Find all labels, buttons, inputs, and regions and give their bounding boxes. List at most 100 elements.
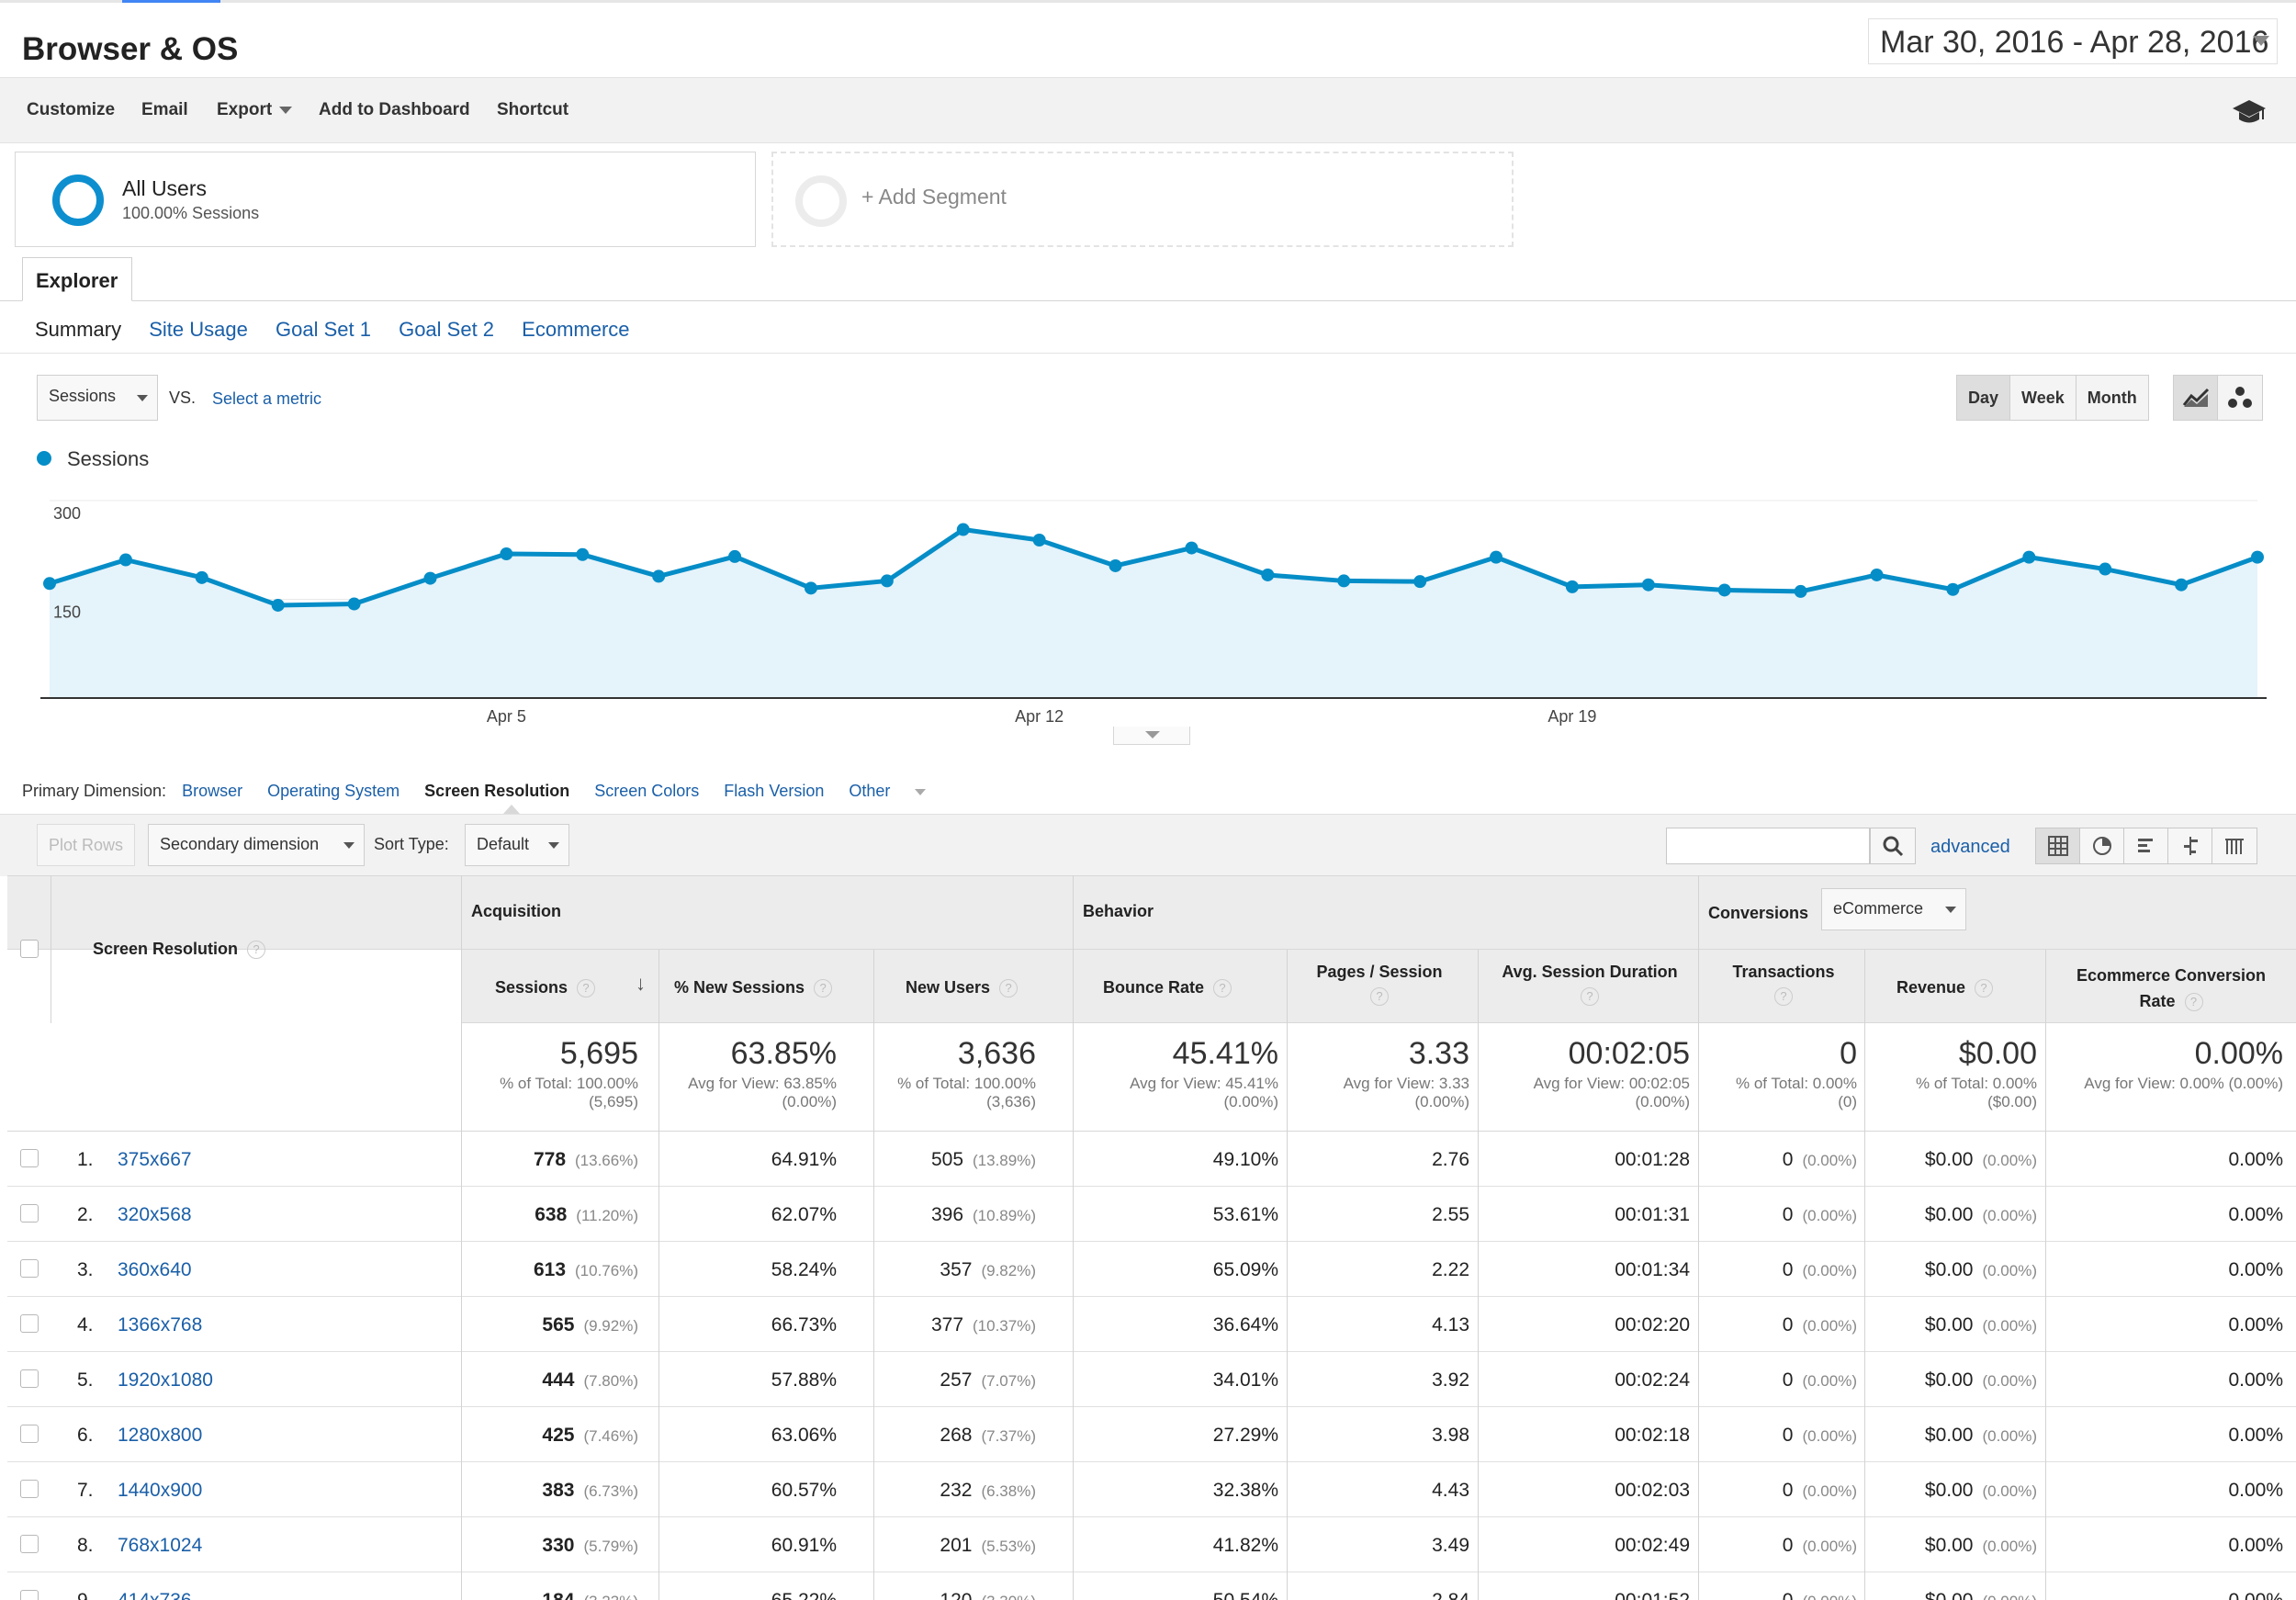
total-pages-session-note: Avg for View: 3.33: [1343, 1075, 1469, 1092]
column-header-bounce-rate[interactable]: Bounce Rate?: [1103, 978, 1232, 998]
secondary-dimension-select[interactable]: Secondary dimension: [148, 824, 365, 866]
help-icon[interactable]: ?: [1975, 979, 1994, 998]
data-table-view-icon[interactable]: [2036, 828, 2080, 863]
screen-resolution-link[interactable]: 320x568: [118, 1204, 192, 1226]
comparison-view-icon[interactable]: [2168, 828, 2212, 863]
screen-resolution-link[interactable]: 414x736: [118, 1590, 192, 1600]
help-icon[interactable]: ?: [1213, 979, 1232, 998]
advanced-filter-link[interactable]: advanced: [1930, 837, 2010, 858]
screen-resolution-link[interactable]: 1440x900: [118, 1480, 202, 1502]
screen-resolution-link[interactable]: 360x640: [118, 1259, 192, 1281]
month-button[interactable]: Month: [2076, 376, 2148, 420]
dimension-browser[interactable]: Browser: [182, 782, 242, 800]
screen-resolution-link[interactable]: 375x667: [118, 1149, 192, 1171]
help-icon[interactable]: ?: [1370, 987, 1389, 1006]
plot-rows-button[interactable]: Plot Rows: [37, 824, 136, 866]
pages-session-cell: 2.22: [1432, 1259, 1469, 1280]
day-button[interactable]: Day: [1957, 376, 2011, 420]
total-bounce-rate: 45.41%: [1172, 1036, 1278, 1071]
search-button[interactable]: [1870, 828, 1916, 864]
avg-duration-cell: 00:02:18: [1615, 1425, 1690, 1446]
row-checkbox[interactable]: [20, 1425, 39, 1443]
dimension-screen-colors[interactable]: Screen Colors: [594, 782, 699, 800]
help-icon[interactable]: ?: [2184, 993, 2203, 1012]
dimension-other[interactable]: Other: [849, 782, 946, 800]
column-header-label: Transactions: [1732, 963, 1835, 981]
column-header-revenue[interactable]: Revenue?: [1896, 978, 1994, 998]
graduation-cap-icon[interactable]: [2232, 98, 2267, 133]
row-checkbox[interactable]: [20, 1535, 39, 1553]
dimension-flash-version[interactable]: Flash Version: [724, 782, 824, 800]
revenue-value: $0.00: [1925, 1590, 1974, 1600]
row-checkbox[interactable]: [20, 1590, 39, 1600]
column-header-ecommerce-conversion-rate[interactable]: Ecommerce Conversion Rate?: [2046, 963, 2296, 1014]
help-icon[interactable]: ?: [1774, 987, 1793, 1006]
column-header-avg-session-duration[interactable]: Avg. Session Duration?: [1480, 963, 1700, 1006]
row-checkbox[interactable]: [20, 1369, 39, 1388]
screen-resolution-link[interactable]: 1366x768: [118, 1314, 202, 1336]
conversions-select[interactable]: eCommerce: [1821, 888, 1966, 930]
subtab-goal-set-2[interactable]: Goal Set 2: [399, 318, 494, 341]
column-header-new-sessions[interactable]: % New Sessions?: [674, 978, 833, 998]
help-icon[interactable]: ?: [999, 979, 1019, 998]
help-icon[interactable]: ?: [814, 979, 833, 998]
screen-resolution-link[interactable]: 1280x800: [118, 1425, 202, 1447]
bar-chart-view-icon[interactable]: [2124, 828, 2168, 863]
week-button[interactable]: Week: [2010, 376, 2077, 420]
segment-ring-icon: [795, 175, 847, 227]
customize-button[interactable]: Customize: [27, 100, 115, 120]
shortcut-button[interactable]: Shortcut: [497, 100, 568, 120]
sort-type-select[interactable]: Default: [465, 824, 569, 866]
pivot-view-icon[interactable]: [2212, 828, 2257, 863]
new-users-percent: (13.89%): [973, 1152, 1036, 1169]
column-header-screen-resolution[interactable]: Screen Resolution?: [93, 940, 266, 960]
export-button[interactable]: Export: [217, 100, 293, 120]
row-checkbox[interactable]: [20, 1259, 39, 1278]
email-button[interactable]: Email: [141, 100, 188, 120]
sort-descending-icon[interactable]: ↓: [636, 972, 646, 996]
revenue-cell: $0.00 (0.00%): [1925, 1149, 2037, 1171]
row-checkbox[interactable]: [20, 1480, 39, 1498]
help-icon[interactable]: ?: [247, 941, 266, 960]
new-sessions-cell: 66.73%: [771, 1314, 837, 1335]
date-range-picker[interactable]: Mar 30, 2016 - Apr 28, 2016: [1868, 18, 2278, 64]
column-header-sessions[interactable]: Sessions?: [495, 978, 596, 998]
tab-explorer[interactable]: Explorer: [22, 257, 132, 301]
new-users-value: 396: [930, 1204, 964, 1225]
pages-session-cell: 2.76: [1432, 1149, 1469, 1170]
column-header-pages-session[interactable]: Pages / Session?: [1288, 963, 1471, 1006]
column-divider: [1073, 875, 1074, 1600]
add-to-dashboard-button[interactable]: Add to Dashboard: [319, 100, 470, 120]
help-icon[interactable]: ?: [577, 979, 596, 998]
data-point: [195, 570, 208, 584]
metric-select[interactable]: Sessions: [37, 375, 158, 421]
subtab-goal-set-1[interactable]: Goal Set 1: [276, 318, 371, 341]
column-header-transactions[interactable]: Transactions?: [1701, 963, 1866, 1006]
chart-collapse-toggle[interactable]: [1113, 727, 1190, 745]
row-checkbox[interactable]: [20, 1204, 39, 1223]
dimension-operating-system[interactable]: Operating System: [267, 782, 400, 800]
bounce-rate-cell: 36.64%: [1212, 1314, 1278, 1335]
pie-chart-view-icon[interactable]: [2080, 828, 2124, 863]
row-checkbox[interactable]: [20, 1314, 39, 1333]
subtab-site-usage[interactable]: Site Usage: [149, 318, 248, 341]
help-icon[interactable]: ?: [1581, 987, 1599, 1006]
column-header-label: % New Sessions: [674, 978, 805, 997]
add-segment-button[interactable]: + Add Segment: [771, 152, 1514, 247]
subtab-ecommerce[interactable]: Ecommerce: [522, 318, 629, 341]
select-all-checkbox[interactable]: [20, 940, 39, 958]
subtab-summary[interactable]: Summary: [35, 318, 121, 341]
table-search-input[interactable]: [1666, 828, 1870, 864]
select-metric-link[interactable]: Select a metric: [212, 389, 321, 409]
active-nav-indicator: [122, 0, 220, 3]
motion-chart-icon[interactable]: [2218, 376, 2262, 420]
line-chart-icon[interactable]: [2174, 376, 2218, 420]
total-transactions: 0: [1840, 1036, 1857, 1071]
new-users-percent: (10.37%): [973, 1317, 1036, 1335]
row-checkbox[interactable]: [20, 1149, 39, 1167]
screen-resolution-link[interactable]: 768x1024: [118, 1535, 202, 1557]
column-header-new-users[interactable]: New Users?: [906, 978, 1019, 998]
screen-resolution-link[interactable]: 1920x1080: [118, 1369, 213, 1392]
segment-all-users[interactable]: All Users 100.00% Sessions: [15, 152, 756, 247]
dimension-screen-resolution[interactable]: Screen Resolution: [424, 782, 569, 800]
